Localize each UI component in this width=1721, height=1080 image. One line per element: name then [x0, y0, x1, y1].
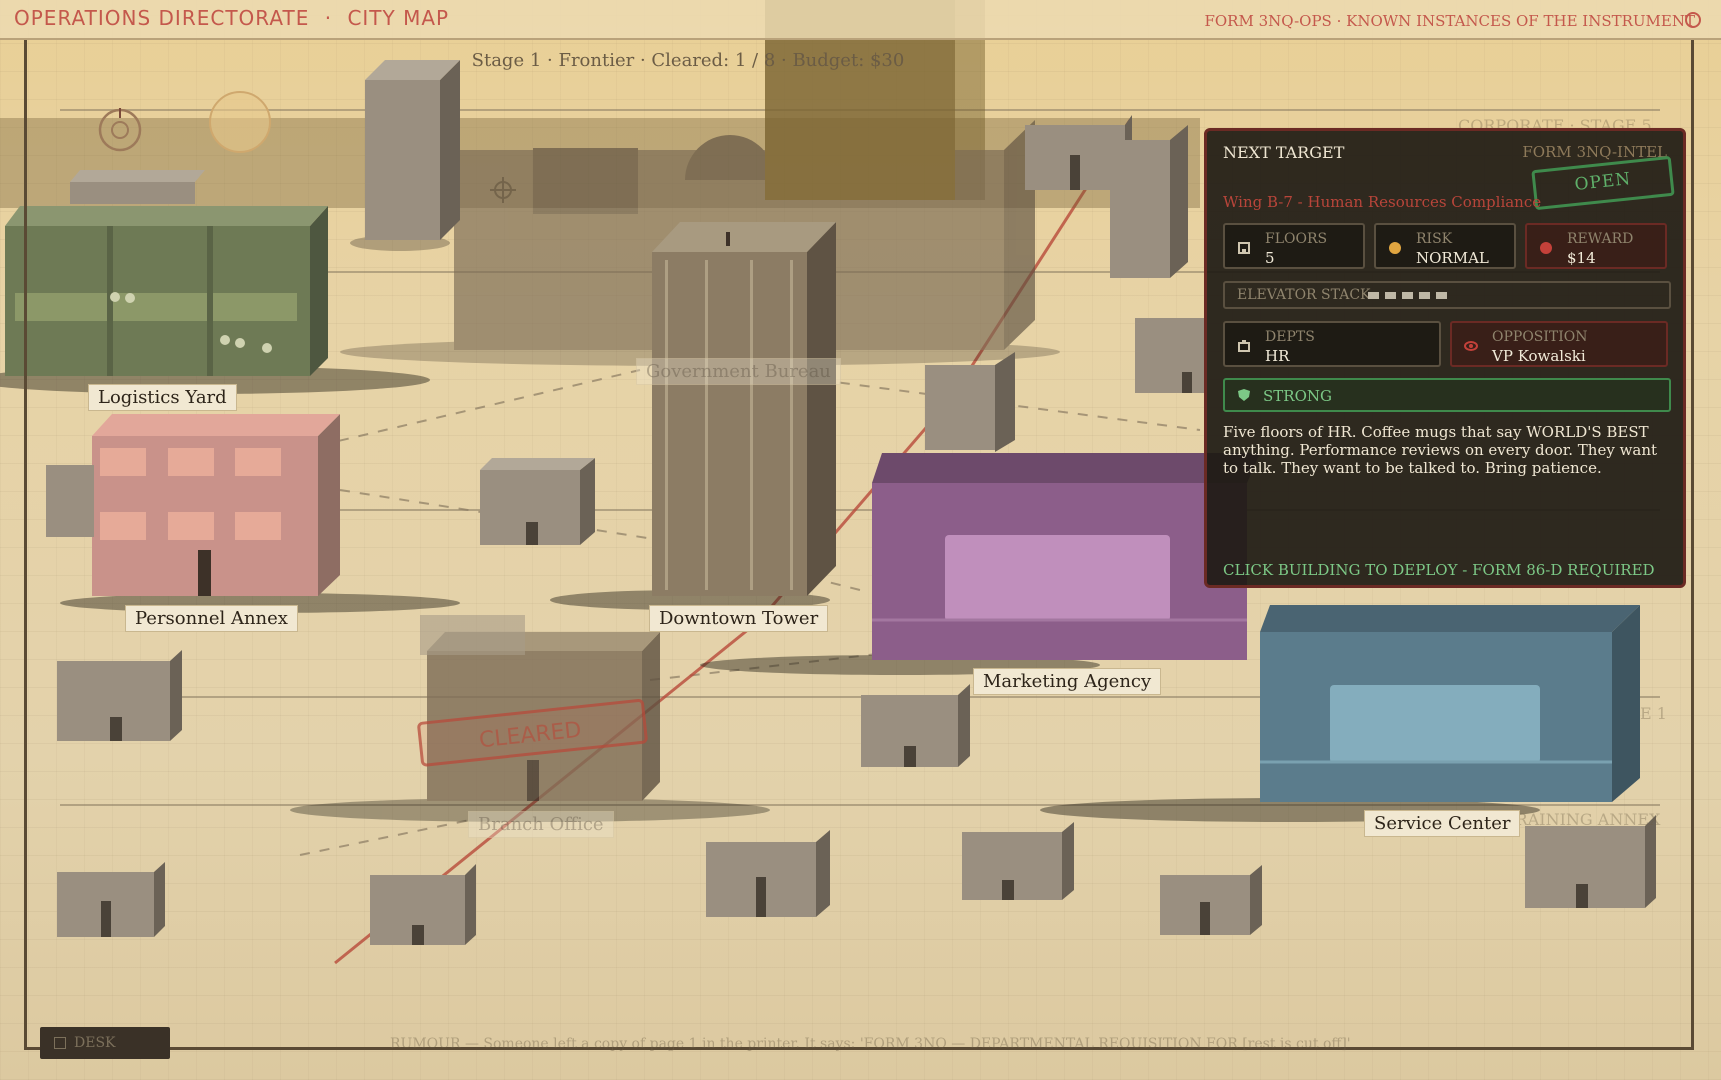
- label-downtown-tower[interactable]: Downtown Tower: [649, 605, 829, 632]
- strength-indicator: STRONG: [1223, 378, 1671, 412]
- floors-label: FLOORS: [1265, 231, 1328, 247]
- elevator-label: ELEVATOR STACK: [1237, 287, 1371, 303]
- reward-stat: REWARD $14: [1525, 223, 1667, 269]
- ghost-label-stage-edge: E 1: [1640, 704, 1667, 723]
- building-icon: [1238, 242, 1250, 254]
- eye-icon: [1464, 341, 1478, 351]
- header-title: OPERATIONS DIRECTORATE · CITY MAP: [14, 6, 449, 30]
- open-stamp: OPEN: [1531, 155, 1675, 211]
- floors-value: 5: [1265, 249, 1275, 267]
- header-separator: ·: [324, 6, 333, 30]
- label-service-center[interactable]: Service Center: [1364, 810, 1521, 837]
- opposition-value: VP Kowalski: [1492, 347, 1586, 365]
- header-directorate: OPERATIONS DIRECTORATE: [14, 6, 310, 30]
- reward-label: REWARD: [1567, 231, 1634, 247]
- elevator-stack: ELEVATOR STACK: [1223, 281, 1671, 309]
- risk-stat: RISK NORMAL: [1374, 223, 1516, 269]
- reward-value: $14: [1567, 249, 1596, 267]
- close-icon[interactable]: [1685, 12, 1701, 28]
- ghost-label-training: TRAINING ANNEX: [1505, 810, 1661, 829]
- depts-label: DEPTS: [1265, 329, 1315, 345]
- status-bar: Stage 1 · Frontier · Cleared: 1 / 8 · Bu…: [471, 50, 905, 71]
- elevator-slot: [1436, 292, 1447, 299]
- target-name: Wing B-7 - Human Resources Compliance: [1223, 193, 1542, 211]
- header-form-info: FORM 3NQ-OPS · KNOWN INSTANCES OF THE IN…: [1204, 12, 1695, 30]
- shield-icon: [1238, 389, 1250, 401]
- elevator-slot: [1385, 292, 1396, 299]
- elevator-slot: [1368, 292, 1379, 299]
- desk-button-label: DESK: [74, 1035, 116, 1051]
- label-logistics-yard[interactable]: Logistics Yard: [88, 384, 237, 411]
- elevator-slot: [1419, 292, 1430, 299]
- next-target-panel: NEXT TARGET FORM 3NQ-INTEL OPEN Wing B-7…: [1204, 128, 1686, 588]
- target-description: Five floors of HR. Coffee mugs that say …: [1223, 423, 1658, 477]
- risk-icon: [1389, 242, 1401, 254]
- risk-label: RISK: [1416, 231, 1453, 247]
- elevator-slot: [1402, 292, 1413, 299]
- briefcase-icon: [1238, 340, 1250, 352]
- deploy-instruction: CLICK BUILDING TO DEPLOY - FORM 86-D REQ…: [1223, 561, 1655, 579]
- rumour-ticker: RUMOUR — Someone left a copy of page 1 i…: [390, 1036, 1351, 1052]
- opposition-stat: OPPOSITION VP Kowalski: [1450, 321, 1668, 367]
- risk-value: NORMAL: [1416, 249, 1489, 267]
- label-government-bureau[interactable]: Government Bureau: [636, 358, 841, 385]
- label-marketing-agency[interactable]: Marketing Agency: [973, 668, 1162, 695]
- depts-stat: DEPTS HR: [1223, 321, 1441, 367]
- label-personnel-annex[interactable]: Personnel Annex: [125, 605, 298, 632]
- floors-stat: FLOORS 5: [1223, 223, 1365, 269]
- reward-icon: [1540, 242, 1552, 254]
- label-branch-office[interactable]: Branch Office: [468, 811, 614, 838]
- city-map-screen: CLEARED OPERATIONS DIRECTORATE · CITY MA…: [0, 0, 1721, 1080]
- desk-button[interactable]: DESK: [40, 1027, 170, 1059]
- opposition-label: OPPOSITION: [1492, 329, 1588, 345]
- depts-value: HR: [1265, 347, 1290, 365]
- header-section: CITY MAP: [347, 6, 450, 30]
- desk-checkbox-icon: [54, 1037, 66, 1049]
- panel-title: NEXT TARGET: [1223, 143, 1345, 162]
- strength-value: STRONG: [1263, 387, 1332, 405]
